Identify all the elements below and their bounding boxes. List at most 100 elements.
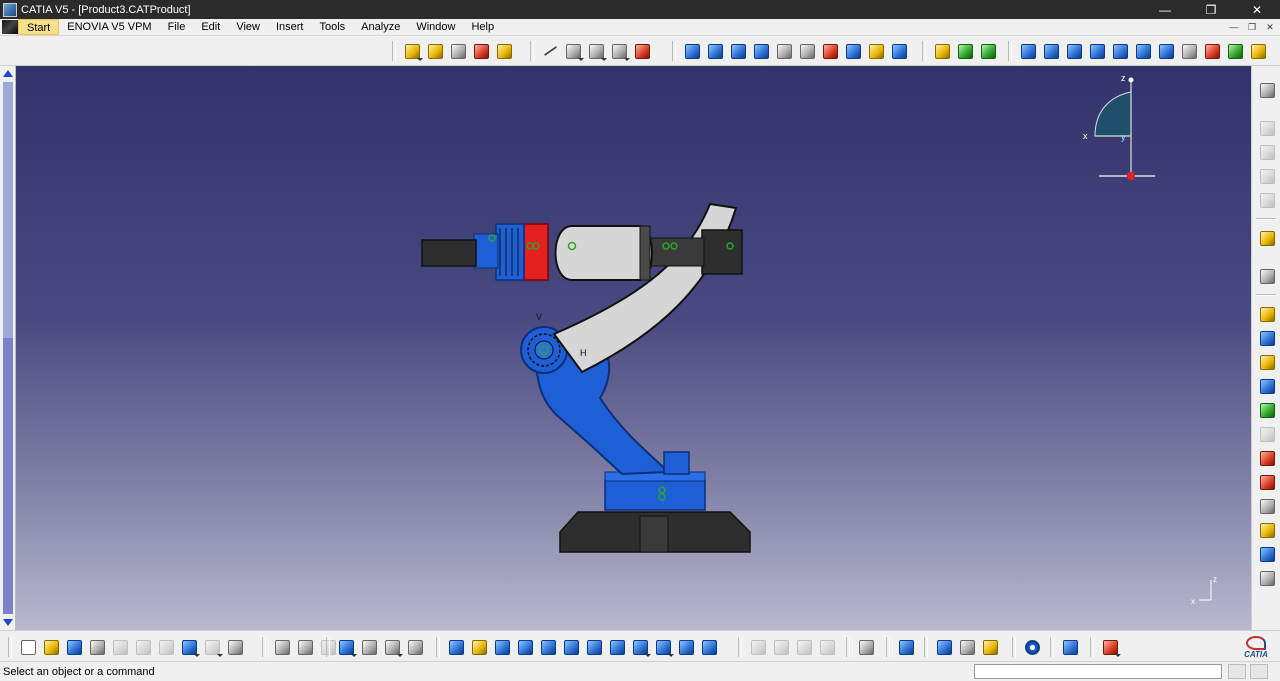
3d-viewport[interactable]: V H z x y z x <box>0 66 1251 630</box>
angle-constraint-button[interactable] <box>751 41 771 61</box>
view-annotation-button[interactable] <box>609 41 630 61</box>
fix-together-button[interactable] <box>797 41 817 61</box>
offset-constraint-button[interactable] <box>728 41 748 61</box>
undo-button[interactable] <box>179 637 200 657</box>
update-all-button[interactable] <box>932 41 952 61</box>
simulation-3-button[interactable] <box>1257 352 1277 372</box>
rotate-button[interactable] <box>515 637 535 657</box>
fly-mode-button[interactable] <box>446 637 466 657</box>
menu-insert[interactable]: Insert <box>268 19 312 35</box>
simulation-1-button[interactable] <box>1257 304 1277 324</box>
quick-constraint-button[interactable] <box>820 41 840 61</box>
close-button[interactable]: ✕ <box>1234 0 1280 19</box>
robot-base[interactable] <box>559 471 751 553</box>
print-button[interactable] <box>87 637 107 657</box>
menu-view[interactable]: View <box>228 19 268 35</box>
analysis-button[interactable] <box>1257 266 1277 286</box>
whats-this-button[interactable] <box>225 637 245 657</box>
top-view-button[interactable] <box>1133 41 1153 61</box>
menu-help[interactable]: Help <box>463 19 502 35</box>
multi-view-button[interactable] <box>607 637 627 657</box>
fix-component-button[interactable] <box>774 41 794 61</box>
restore-button[interactable]: ❐ <box>1188 0 1234 19</box>
simulation-8-button[interactable] <box>1257 472 1277 492</box>
doc-minimize-button[interactable]: — <box>1226 20 1242 34</box>
catalog-button[interactable] <box>896 637 916 657</box>
pan-button[interactable] <box>492 637 512 657</box>
normal-view-button[interactable] <box>584 637 604 657</box>
swap-visible-button[interactable] <box>699 637 719 657</box>
left-view-button[interactable] <box>1087 41 1107 61</box>
scroll-track-upper[interactable] <box>3 82 13 338</box>
simulation-10-button[interactable] <box>1257 520 1277 540</box>
product-tool-4-button[interactable] <box>1257 190 1277 210</box>
zoom-in-button[interactable] <box>538 637 558 657</box>
disabled-tool-4-button[interactable] <box>817 637 837 657</box>
explode-button[interactable] <box>1202 41 1222 61</box>
disabled-tool-2-button[interactable] <box>771 637 791 657</box>
front-view-button[interactable] <box>1041 41 1061 61</box>
doc-restore-button[interactable]: ❐ <box>1244 20 1260 34</box>
status-options-button[interactable] <box>1228 664 1246 679</box>
product-tool-2-button[interactable] <box>1257 142 1277 162</box>
render-style-button[interactable] <box>653 637 674 657</box>
existing-component-button[interactable] <box>471 41 491 61</box>
menu-tools[interactable]: Tools <box>311 19 353 35</box>
robot-arm-model[interactable]: V H <box>400 146 780 566</box>
spec-button[interactable] <box>405 637 425 657</box>
measure-inertia-button[interactable] <box>980 637 1000 657</box>
open-button[interactable] <box>41 637 61 657</box>
menu-file[interactable]: File <box>160 19 194 35</box>
menu-analyze[interactable]: Analyze <box>353 19 408 35</box>
tree-button[interactable] <box>359 637 379 657</box>
coincidence-constraint-button[interactable] <box>682 41 702 61</box>
named-views-button[interactable] <box>1179 41 1199 61</box>
manipulation-button[interactable] <box>955 41 975 61</box>
product-tool-3-button[interactable] <box>1257 166 1277 186</box>
reuse-pattern-button[interactable] <box>889 41 909 61</box>
isometric-view-button[interactable] <box>1018 41 1038 61</box>
doc-close-button[interactable]: ✕ <box>1262 20 1278 34</box>
change-constraint-button[interactable] <box>866 41 886 61</box>
refresh-button[interactable] <box>1022 637 1042 657</box>
capture-button[interactable] <box>856 637 876 657</box>
snap-button[interactable] <box>978 41 998 61</box>
fit-all-button[interactable] <box>469 637 489 657</box>
back-view-button[interactable] <box>1064 41 1084 61</box>
simulation-2-button[interactable] <box>1257 328 1277 348</box>
sketch-plane-button[interactable] <box>1060 637 1080 657</box>
table-button[interactable] <box>336 637 357 657</box>
right-view-button[interactable] <box>1110 41 1130 61</box>
menu-window[interactable]: Window <box>408 19 463 35</box>
simulation-9-button[interactable] <box>1257 496 1277 516</box>
new-button[interactable] <box>18 637 38 657</box>
paste-button[interactable] <box>156 637 176 657</box>
clash-button[interactable] <box>1225 41 1245 61</box>
grid-button[interactable] <box>1100 637 1121 657</box>
product-tool-1-button[interactable] <box>1257 118 1277 138</box>
manipulate-button[interactable] <box>632 41 652 61</box>
scroll-up-arrow-icon[interactable] <box>3 70 13 77</box>
comment-button[interactable] <box>295 637 315 657</box>
new-component-button[interactable] <box>402 41 423 61</box>
copy-button[interactable] <box>133 637 153 657</box>
menu-edit[interactable]: Edit <box>193 19 228 35</box>
formula-button[interactable] <box>272 637 292 657</box>
simulation-7-button[interactable] <box>1257 448 1277 468</box>
status-power-input-button[interactable] <box>1250 664 1268 679</box>
flag-note-button[interactable] <box>586 41 607 61</box>
redo-button[interactable] <box>202 637 223 657</box>
simulation-5-button[interactable] <box>1257 400 1277 420</box>
simulation-6-button[interactable] <box>1257 424 1277 444</box>
hide-show-button[interactable] <box>676 637 696 657</box>
flexible-subassembly-button[interactable] <box>843 41 863 61</box>
simulation-12-button[interactable] <box>1257 568 1277 588</box>
cut-button[interactable] <box>110 637 130 657</box>
contact-constraint-button[interactable] <box>705 41 725 61</box>
disabled-tool-3-button[interactable] <box>794 637 814 657</box>
scroll-track-lower[interactable] <box>3 338 13 614</box>
menu-enovia[interactable]: ENOVIA V5 VPM <box>59 19 159 35</box>
text-annotation-button[interactable] <box>563 41 584 61</box>
constraint-axis-button[interactable] <box>540 41 560 61</box>
new-product-button[interactable] <box>425 41 445 61</box>
